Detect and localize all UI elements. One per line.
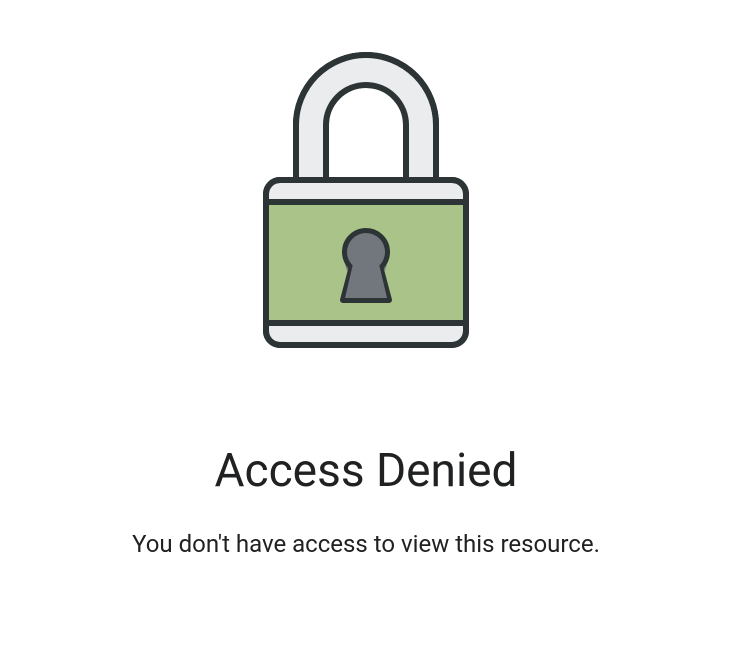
lock-icon [256,40,476,354]
access-denied-heading: Access Denied [215,444,518,498]
lock-icon-svg [256,40,476,350]
access-denied-message: You don't have access to view this resou… [132,530,600,558]
